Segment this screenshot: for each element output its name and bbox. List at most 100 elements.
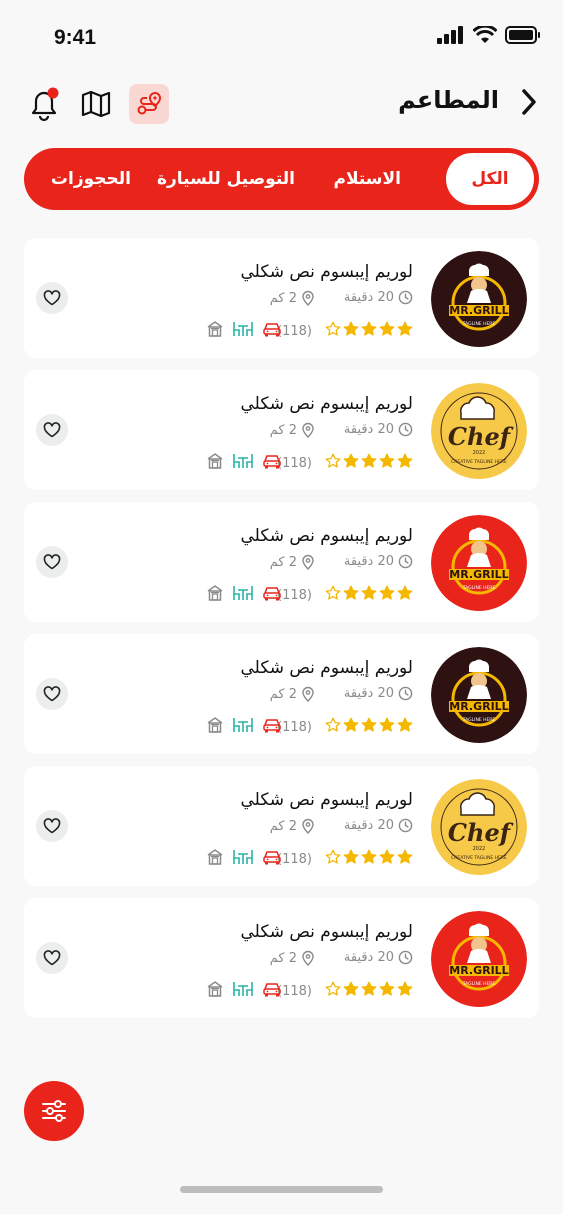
star-icon xyxy=(325,849,341,864)
car-icon xyxy=(263,719,281,733)
stars xyxy=(323,717,413,737)
restaurant-card[interactable]: Chef 2022 CREATIVE TAGLINE HERE لوريم إي… xyxy=(24,766,539,886)
restaurant-name: لوريم إيبسوم نص شكلي xyxy=(240,526,413,546)
category-tabs: الكل الاستلام التوصيل للسيارة الحجوزات xyxy=(24,148,539,210)
review-count: (118) xyxy=(277,455,312,471)
restaurant-name: لوريم إيبسوم نص شكلي xyxy=(240,394,413,414)
rating: (118) xyxy=(277,849,413,869)
notifications-button[interactable] xyxy=(24,84,64,124)
star-icon xyxy=(343,717,359,732)
pickup-store-icon xyxy=(207,585,223,601)
delivery-time-text: 20 دقيقة xyxy=(343,290,394,305)
service-icons xyxy=(206,716,282,734)
svg-text:2022: 2022 xyxy=(473,450,486,456)
filter-sliders-icon xyxy=(42,1100,66,1122)
svg-text:MR.GRILL: MR.GRILL xyxy=(449,568,508,581)
pickup-store-icon xyxy=(207,321,223,337)
distance: 2 كم xyxy=(270,290,315,306)
tab-car-delivery[interactable]: التوصيل للسيارة xyxy=(157,148,295,210)
review-count: (118) xyxy=(277,851,312,867)
battery-icon xyxy=(505,26,540,44)
favorite-button[interactable] xyxy=(36,678,68,710)
clock-icon xyxy=(398,422,413,437)
svg-text:TAGLINE HERE: TAGLINE HERE xyxy=(462,321,496,327)
bell-icon xyxy=(31,87,59,122)
star-icon xyxy=(361,453,377,468)
tab-all[interactable]: الكل xyxy=(446,153,534,205)
review-count: (118) xyxy=(277,587,312,603)
restaurant-logo: MR.GRILL TAGLINE HERE xyxy=(431,647,527,743)
restaurant-logo: Chef 2022 CREATIVE TAGLINE HERE xyxy=(431,383,527,479)
delivery-time: 20 دقيقة xyxy=(344,554,413,569)
delivery-time: 20 دقيقة xyxy=(344,290,413,305)
favorite-button[interactable] xyxy=(36,810,68,842)
stars xyxy=(323,453,413,473)
restaurant-name: لوريم إيبسوم نص شكلي xyxy=(240,922,413,942)
tab-reservations[interactable]: الحجوزات xyxy=(51,148,131,210)
tab-pickup[interactable]: الاستلام xyxy=(333,148,401,210)
restaurant-card[interactable]: MR.GRILL TAGLINE HERE لوريم إيبسوم نص شك… xyxy=(24,634,539,754)
delivery-time-text: 20 دقيقة xyxy=(343,686,394,701)
star-icon xyxy=(325,717,341,732)
favorite-button[interactable] xyxy=(36,942,68,974)
car-icon xyxy=(263,587,281,601)
back-chevron-icon xyxy=(522,89,536,115)
service-icons xyxy=(206,980,282,998)
location-pin-icon xyxy=(302,950,314,966)
filter-button[interactable] xyxy=(24,1081,84,1141)
route-button[interactable] xyxy=(129,84,169,124)
star-icon xyxy=(325,585,341,600)
star-icon xyxy=(343,321,359,336)
distance-text: 2 كم xyxy=(269,950,297,966)
status-icons xyxy=(437,26,541,44)
svg-text:Chef: Chef xyxy=(448,818,514,847)
star-icon xyxy=(361,849,377,864)
star-icon xyxy=(343,849,359,864)
favorite-button[interactable] xyxy=(36,282,68,314)
restaurant-card[interactable]: MR.GRILL TAGLINE HERE لوريم إيبسوم نص شك… xyxy=(24,898,539,1018)
stars xyxy=(323,321,413,341)
back-button[interactable] xyxy=(515,84,543,120)
rating: (118) xyxy=(277,585,413,605)
delivery-time: 20 دقيقة xyxy=(344,950,413,965)
stars xyxy=(323,849,413,869)
delivery-time: 20 دقيقة xyxy=(344,818,413,833)
svg-text:TAGLINE HERE: TAGLINE HERE xyxy=(462,585,496,591)
pickup-store-icon xyxy=(207,849,223,865)
favorite-button[interactable] xyxy=(36,546,68,578)
rating: (118) xyxy=(277,321,413,341)
distance-text: 2 كم xyxy=(269,290,297,306)
location-pin-icon xyxy=(302,818,314,834)
map-button[interactable] xyxy=(76,84,116,124)
favorite-button[interactable] xyxy=(36,414,68,446)
location-pin-icon xyxy=(302,422,314,438)
restaurant-card[interactable]: MR.GRILL TAGLINE HERE لوريم إيبسوم نص شك… xyxy=(24,502,539,622)
star-icon xyxy=(379,981,395,996)
service-icons xyxy=(206,320,282,338)
pickup-store-icon xyxy=(207,453,223,469)
dine-in-icon xyxy=(233,850,253,864)
svg-text:2022: 2022 xyxy=(473,846,486,852)
header: المطاعم xyxy=(0,78,563,132)
home-indicator xyxy=(180,1186,383,1193)
car-icon xyxy=(263,851,281,865)
map-icon xyxy=(81,90,111,118)
pickup-store-icon xyxy=(207,717,223,733)
clock-icon xyxy=(398,554,413,569)
dine-in-icon xyxy=(233,586,253,600)
car-icon xyxy=(263,323,281,337)
wifi-icon xyxy=(473,26,497,43)
star-icon xyxy=(361,717,377,732)
restaurant-card[interactable]: Chef 2022 CREATIVE TAGLINE HERE لوريم إي… xyxy=(24,370,539,490)
restaurant-card[interactable]: MR.GRILL TAGLINE HERE لوريم إيبسوم نص شك… xyxy=(24,238,539,358)
status-time: 9:41 xyxy=(54,26,97,49)
distance: 2 كم xyxy=(270,554,315,570)
stars xyxy=(323,981,413,1001)
svg-text:TAGLINE HERE: TAGLINE HERE xyxy=(462,981,496,987)
heart-icon xyxy=(43,950,61,966)
service-icons xyxy=(206,584,282,602)
svg-text:MR.GRILL: MR.GRILL xyxy=(449,964,508,977)
distance: 2 كم xyxy=(270,950,315,966)
heart-icon xyxy=(43,290,61,306)
restaurant-logo: Chef 2022 CREATIVE TAGLINE HERE xyxy=(431,779,527,875)
